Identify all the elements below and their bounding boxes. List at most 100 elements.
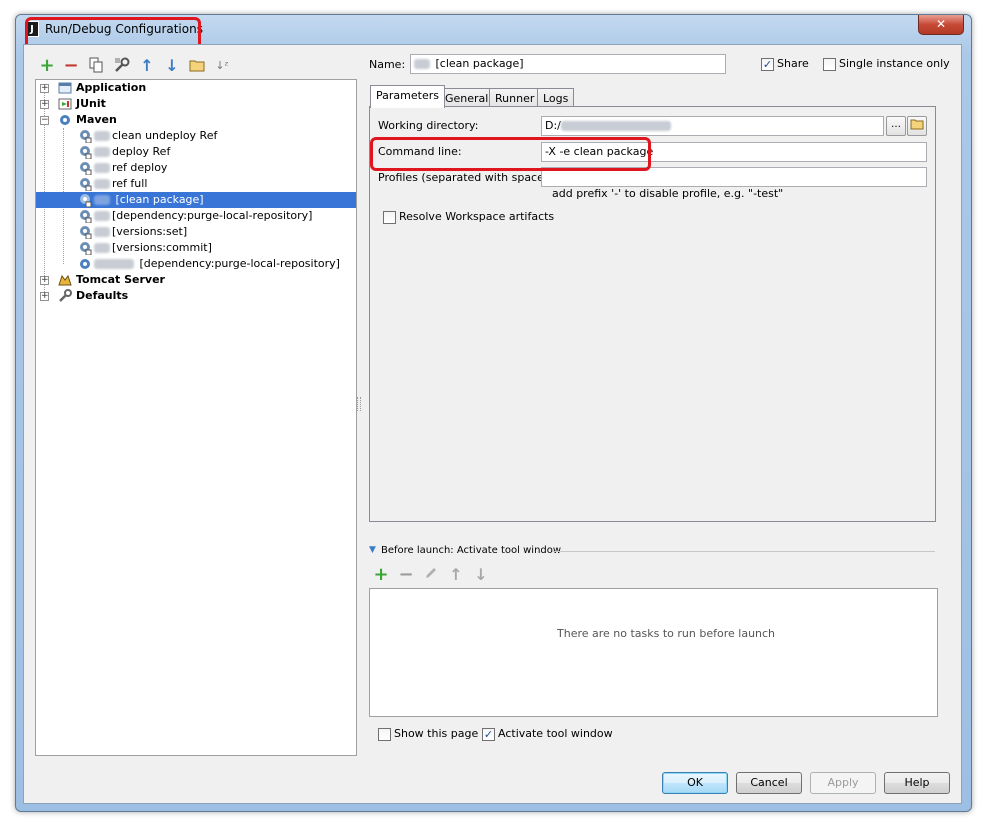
resolve-workspace-checkbox[interactable] [383,211,396,224]
tree-group-label: JUnit [76,97,106,110]
redacted-text [94,243,110,253]
working-directory-field[interactable]: D:/ [541,116,884,136]
maven-config-item[interactable]: [versions:commit] [36,240,356,256]
collapse-triangle-icon[interactable]: ▼ [369,545,376,555]
maven-config-item[interactable]: deploy Ref [36,144,356,160]
working-directory-value: D:/ [545,119,561,132]
name-label: Name: [369,58,406,71]
add-icon[interactable]: + [38,57,56,75]
expand-icon[interactable]: + [40,84,49,93]
maven-config-item[interactable]: ref full [36,176,356,192]
copy-icon[interactable] [87,57,105,75]
add-task-icon[interactable]: + [372,566,390,584]
maven-gear-icon [60,115,70,125]
redacted-text [94,163,110,173]
junit-icon [58,98,72,110]
configuration-tree[interactable]: + Application + JUnit − Maven clean unde… [35,79,357,756]
maven-config-label: clean undeploy Ref [112,129,218,142]
maven-config-item[interactable]: [dependency:purge-local-repository] [36,256,356,272]
tab-runner[interactable]: Runner [489,88,541,108]
activate-tool-window-checkbox[interactable]: ✓ [482,728,495,741]
activate-tool-window-label: Activate tool window [498,727,613,740]
maven-config-icon [80,226,92,239]
empty-task-list-text: There are no tasks to run before launch [557,627,776,640]
redacted-text [94,259,134,269]
profiles-hint: add prefix '-' to disable profile, e.g. … [552,187,784,200]
name-field-value: [clean package] [435,57,524,70]
expand-icon[interactable]: + [40,100,49,109]
share-checkbox[interactable]: ✓ [761,58,774,71]
maven-config-label: ref deploy [112,161,168,174]
tree-group-label: Tomcat Server [76,273,165,286]
before-launch-header: Before launch: Activate tool window [381,545,562,556]
edit-task-icon[interactable] [422,566,440,584]
collapse-icon[interactable]: − [40,116,49,125]
maven-config-label: [versions:set] [112,225,188,238]
before-launch-task-list[interactable] [369,588,938,717]
tree-group-tomcat-server[interactable]: + Tomcat Server [36,272,356,288]
tree-group-label: Defaults [76,289,129,302]
maven-config-label: ref full [112,177,148,190]
maven-config-icon [80,210,92,223]
redacted-text [94,195,110,205]
redacted-text [94,131,110,141]
application-icon [58,82,72,94]
single-instance-checkbox[interactable] [823,58,836,71]
maven-config-item-selected[interactable]: [clean package] [36,192,356,208]
show-page-checkbox[interactable] [378,728,391,741]
remove-task-icon[interactable]: − [397,566,415,584]
help-button[interactable]: Help [884,772,950,794]
tree-group-maven[interactable]: − Maven [36,112,356,128]
maven-config-label: [dependency:purge-local-repository] [139,257,340,270]
tree-group-application[interactable]: + Application [36,80,356,96]
expand-icon[interactable]: + [40,292,49,301]
command-line-highlight [370,137,651,171]
tree-group-junit[interactable]: + JUnit [36,96,356,112]
tab-logs[interactable]: Logs [537,88,575,108]
move-down-icon[interactable]: ↓ [163,57,181,75]
maven-config-label: [dependency:purge-local-repository] [112,209,313,222]
maven-config-icon [80,194,92,207]
maven-gear-icon [80,259,90,269]
maven-config-icon [80,130,92,143]
sort-icon[interactable]: ↓ᶻ [213,57,231,75]
maven-config-item[interactable]: [dependency:purge-local-repository] [36,208,356,224]
tree-group-defaults[interactable]: + Defaults [36,288,356,304]
move-task-up-icon[interactable]: ↑ [447,566,465,584]
redacted-text [94,147,110,157]
folder-icon[interactable] [188,57,206,75]
tab-parameters[interactable]: Parameters [370,85,445,108]
close-button[interactable]: ✕ [918,15,964,35]
name-field[interactable]: [clean package] [410,54,726,74]
redacted-text [560,121,671,131]
ok-button[interactable]: OK [662,772,728,794]
move-up-icon[interactable]: ↑ [138,57,156,75]
splitter-grip[interactable] [357,397,361,411]
tab-general[interactable]: General [439,88,495,108]
maven-config-item[interactable]: clean undeploy Ref [36,128,356,144]
redacted-text [94,227,110,237]
folder-picker-button[interactable] [907,116,927,136]
browse-button[interactable]: … [886,116,906,136]
cancel-button[interactable]: Cancel [736,772,802,794]
expand-icon[interactable]: + [40,276,49,285]
maven-config-label: [versions:commit] [112,241,212,254]
profiles-label: Profiles (separated with space): [378,171,552,184]
edit-defaults-icon[interactable] [113,57,131,75]
apply-button[interactable]: Apply [810,772,876,794]
maven-config-item[interactable]: ref deploy [36,160,356,176]
move-task-down-icon[interactable]: ↓ [472,566,490,584]
redacted-text [94,211,110,221]
maven-config-item[interactable]: [versions:set] [36,224,356,240]
remove-icon[interactable]: − [62,57,80,75]
maven-config-label: deploy Ref [112,145,171,158]
tomcat-icon [58,274,72,286]
share-label: Share [777,57,809,70]
open-folder-icon [910,119,924,130]
defaults-wrench-icon [59,289,72,302]
section-divider [552,551,935,552]
single-instance-label: Single instance only [839,57,950,70]
redacted-text [414,59,430,69]
maven-config-label: [clean package] [115,193,204,206]
maven-config-icon [80,162,92,175]
